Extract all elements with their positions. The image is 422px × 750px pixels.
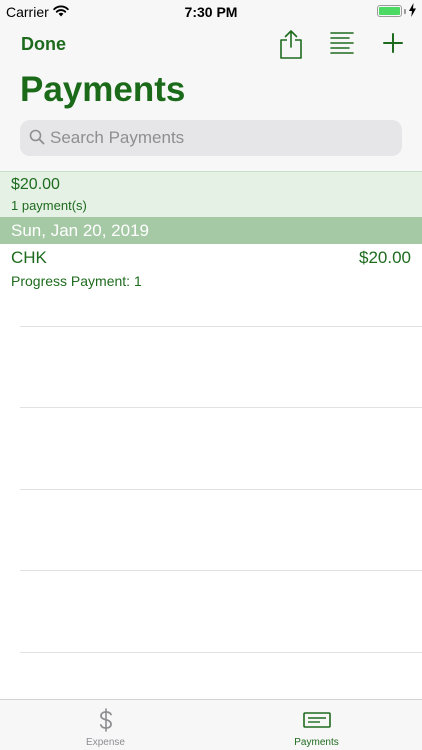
tab-expense-label: Expense	[86, 737, 125, 748]
payment-amount: $20.00	[359, 248, 411, 267]
share-icon[interactable]	[279, 28, 303, 65]
search-input[interactable]	[50, 120, 390, 156]
status-time: 7:30 PM	[184, 4, 238, 20]
summary-payment-count: 1 payment(s)	[11, 198, 87, 213]
payments-summary: $20.00 1 payment(s)	[0, 171, 422, 217]
tab-expense[interactable]: Expense	[0, 700, 211, 750]
list-icon[interactable]	[330, 31, 354, 62]
payment-row[interactable]: CHK $20.00 Progress Payment: 1	[0, 244, 422, 326]
search-bar[interactable]	[20, 120, 402, 156]
section-header-date: Sun, Jan 20, 2019	[0, 217, 422, 244]
tab-payments[interactable]: Payments	[211, 700, 422, 750]
tab-payments-label: Payments	[294, 737, 339, 748]
row-separator	[20, 326, 422, 327]
status-bar: Carrier 7:30 PM	[0, 0, 422, 24]
check-icon	[211, 712, 422, 733]
search-icon	[29, 129, 45, 150]
battery-cap	[404, 9, 406, 14]
battery-icon	[377, 5, 402, 17]
payment-description: Progress Payment: 1	[11, 273, 142, 289]
charging-bolt-icon	[409, 3, 416, 22]
row-separator	[20, 489, 422, 490]
page-title: Payments	[20, 70, 186, 109]
row-separator	[20, 407, 422, 408]
navigation-bar: Done Payments	[0, 24, 422, 171]
done-button[interactable]: Done	[21, 34, 66, 55]
dollar-icon	[0, 708, 211, 737]
section-date-label: Sun, Jan 20, 2019	[11, 221, 150, 240]
summary-total-amount: $20.00	[11, 176, 60, 193]
payment-type: CHK	[11, 248, 47, 267]
row-separator	[20, 652, 422, 653]
row-separator	[20, 570, 422, 571]
tab-bar: Expense Payments	[0, 699, 422, 750]
add-icon[interactable]	[382, 32, 404, 59]
